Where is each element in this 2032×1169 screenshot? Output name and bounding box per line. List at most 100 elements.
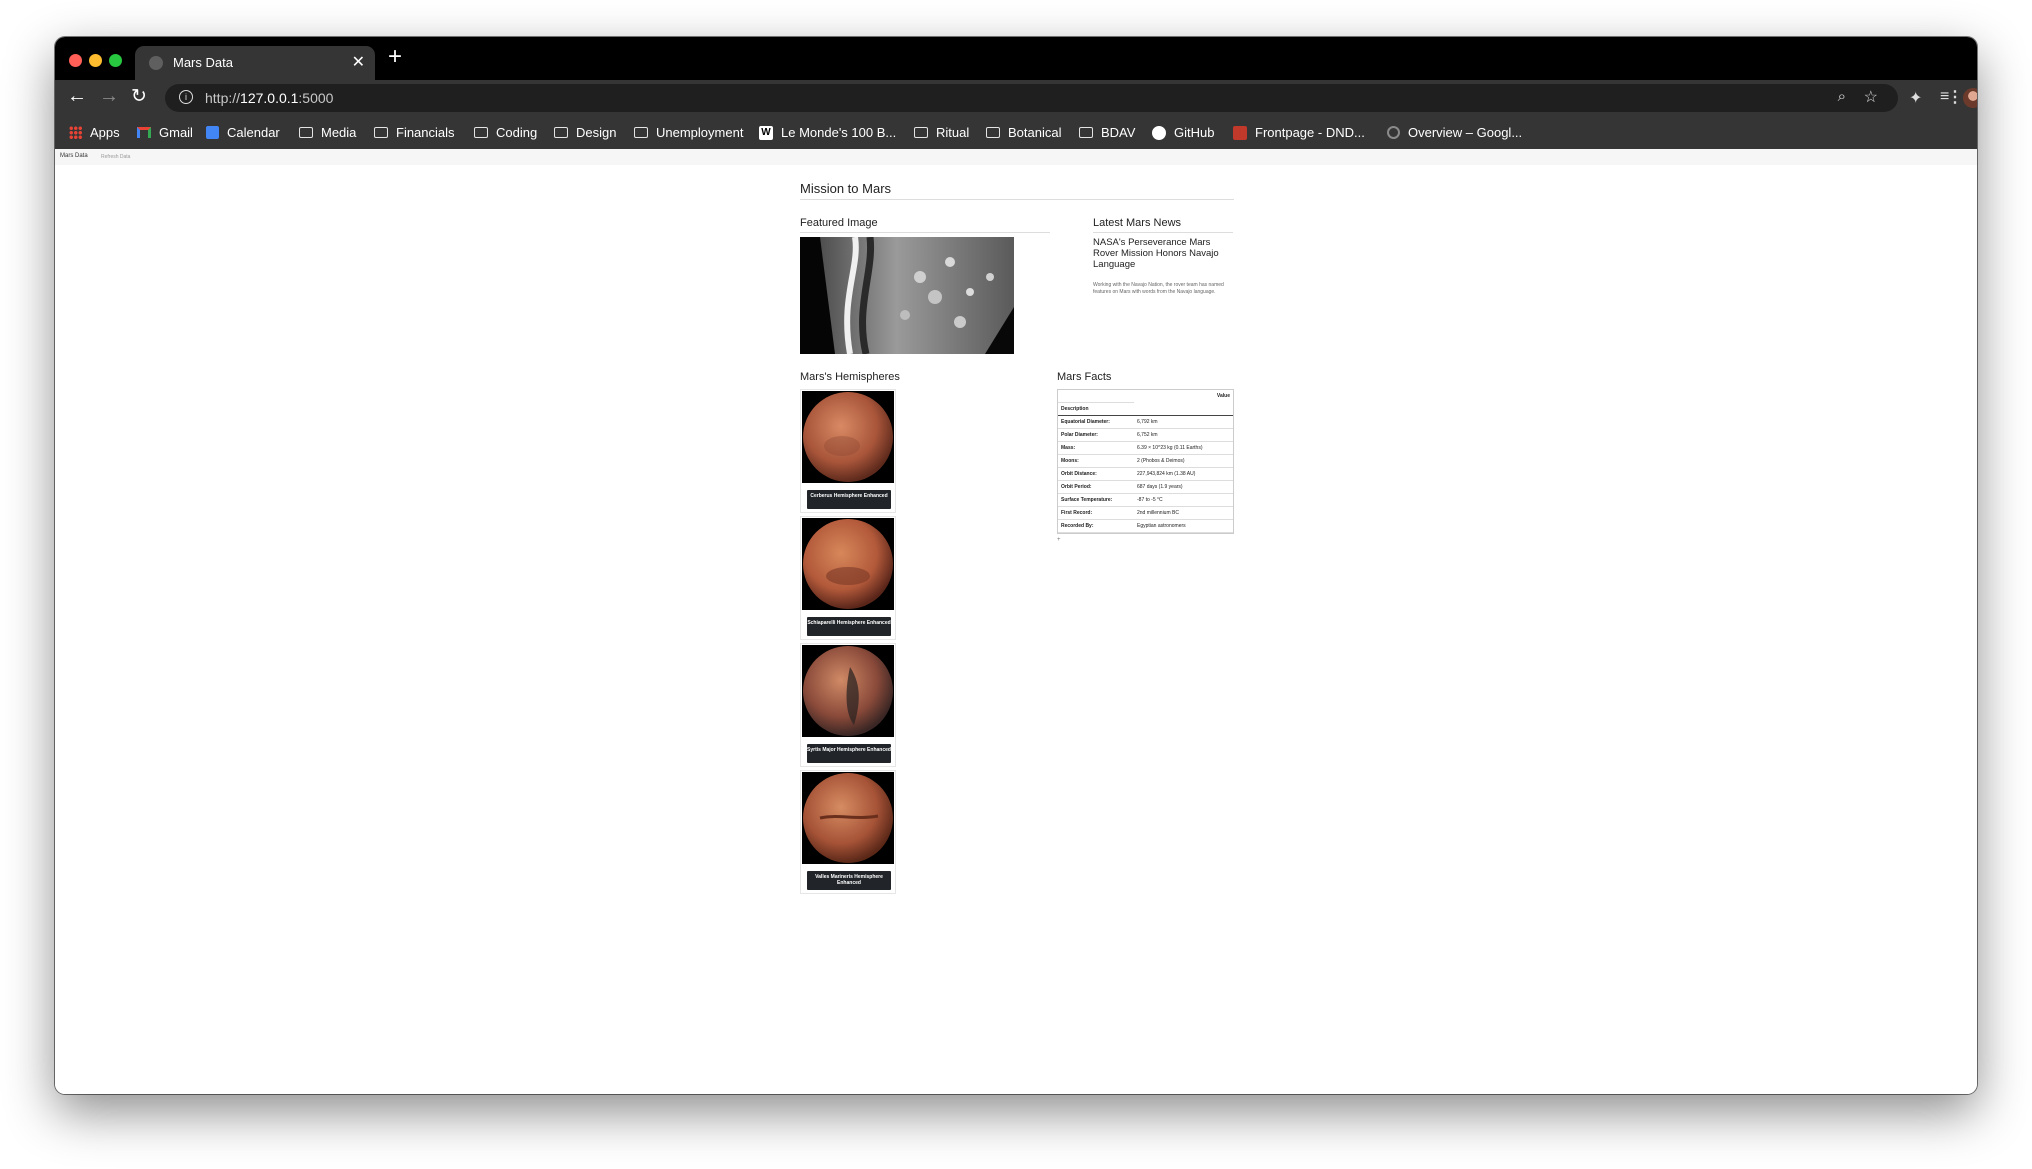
hemisphere-card[interactable]: Valles Marineris Hemisphere Enhanced [800,770,896,894]
bookmark-calendar[interactable]: Calendar [206,125,280,140]
refresh-data-link[interactable]: Refresh Data [101,154,130,160]
table-row: Recorded By: Egyptian astronomers [1058,519,1233,533]
github-icon [1152,125,1166,140]
hemisphere-image[interactable] [802,645,894,737]
bookmark-label: Unemployment [656,125,744,140]
table-row: Orbit Distance: 227,943,824 km (1.38 AU) [1058,467,1233,481]
news-title[interactable]: NASA's Perseverance Mars Rover Mission H… [1093,237,1233,270]
hemisphere-caption[interactable]: Cerberus Hemisphere Enhanced [807,490,891,509]
gmail-icon [137,127,151,138]
back-button[interactable]: ← [67,85,87,108]
hemisphere-image[interactable] [802,518,894,610]
calendar-icon [206,126,219,139]
fact-value: 227,943,824 km (1.38 AU) [1134,467,1233,481]
fact-value: -87 to -5 °C [1134,493,1233,507]
table-row: Orbit Period: 687 days (1.9 years) [1058,480,1233,494]
hemisphere-image[interactable] [802,391,894,483]
bookmark-gmail[interactable]: Gmail [137,125,193,140]
maximize-window-button[interactable] [109,54,122,67]
fact-value: Egyptian astronomers [1134,519,1233,533]
hemisphere-image[interactable] [802,772,894,864]
zoom-icon[interactable]: ⌕ [1838,88,1846,105]
bookmark-label: Media [321,125,357,140]
url-text[interactable]: http://127.0.0.1:5000 [205,90,333,106]
bookmark-label: Calendar [227,125,280,140]
info-icon[interactable]: i [179,90,193,104]
new-tab-button[interactable]: + [388,45,402,69]
featured-divider [800,232,1050,233]
bookmark-coding[interactable]: Coding [474,125,537,140]
bookmark-media[interactable]: Media [299,125,356,140]
table-row: Equatorial Diameter: 6,792 km [1058,415,1233,429]
folder-icon [474,127,488,138]
hemisphere-card[interactable]: Syrtis Major Hemisphere Enhanced [800,643,896,767]
hemisphere-card[interactable]: Schiaparelli Hemisphere Enhanced [800,516,896,640]
folder-icon [299,127,313,138]
bookmarks-bar: Apps Gmail Calendar Media Financials Coding De… [55,116,1977,149]
fact-label: Surface Temperature: [1058,493,1134,507]
bookmark-label: Botanical [1008,125,1062,140]
apps-icon [69,126,82,139]
value-header: Value [1216,393,1230,400]
address-bar[interactable]: i http://127.0.0.1:5000 ⌕ ☆ [165,84,1898,112]
fact-value: 6,752 km [1134,428,1233,442]
bookmark-label: Design [576,125,617,140]
bookmark-ritual[interactable]: Ritual [914,125,969,140]
table-row: First Record: 2nd millennium BC [1058,506,1233,520]
close-icon[interactable]: ✕ [352,52,365,72]
featured-image [800,237,1014,354]
fact-label: Orbit Period: [1058,480,1134,494]
fact-label: Moons: [1058,454,1134,468]
bookmark-frontpage-dnd[interactable]: Frontpage - DND... [1233,125,1365,140]
latest-news-heading: Latest Mars News [1093,217,1182,229]
folder-icon [914,127,928,138]
tab-title: Mars Data [173,55,233,70]
bookmark-label: BDAV [1101,125,1136,140]
title-divider [800,199,1234,200]
tab-mars-data[interactable]: Mars Data ✕ [135,46,375,80]
fact-label: First Record: [1058,506,1134,520]
more-menu-icon[interactable]: ⋮ [1947,87,1963,107]
bookmark-label: Coding [496,125,538,140]
bookmark-github[interactable]: GitHub [1152,125,1214,140]
facts-footnote: + [1057,537,1061,543]
browser-window: Mars Data ✕ + ← → ↻ i http://127.0.0.1:5… [55,37,1977,1094]
bookmark-star-icon[interactable]: ☆ [1864,87,1878,107]
bookmark-apps[interactable]: Apps [69,125,120,140]
hemisphere-caption[interactable]: Valles Marineris Hemisphere Enhanced [807,871,891,890]
fact-label: Polar Diameter: [1058,428,1134,442]
site-brand[interactable]: Mars Data [60,153,88,159]
bookmark-le-monde-s-100-b[interactable]: W Le Monde's 100 B... [759,125,896,140]
bookmark-botanical[interactable]: Botanical [986,125,1061,140]
avatar[interactable] [1963,88,1977,108]
web-page: Mars Data Refresh Data Mission to Mars F… [55,149,1977,1094]
bookmark-overview-googl[interactable]: Overview – Googl... [1387,125,1522,140]
bookmark-financials[interactable]: Financials [374,125,455,140]
overview-icon [1387,126,1400,139]
bookmark-unemployment[interactable]: Unemployment [634,125,743,140]
fact-value: 6.39 × 10^23 kg (0.11 Earths) [1134,441,1233,455]
hemisphere-caption[interactable]: Syrtis Major Hemisphere Enhanced [807,744,891,763]
folder-icon [374,127,388,138]
hemisphere-card[interactable]: Cerberus Hemisphere Enhanced [800,389,896,513]
fact-label: Orbit Distance: [1058,467,1134,481]
minimize-window-button[interactable] [89,54,102,67]
fact-value: 2nd millennium BC [1134,506,1233,520]
forward-button[interactable]: → [99,85,119,108]
bookmark-label: Ritual [936,125,970,140]
globe-icon [149,56,163,70]
browser-toolbar: ← → ↻ i http://127.0.0.1:5000 ⌕ ☆ ✦ ≡ ⋮ [55,80,1977,116]
mars-facts-heading: Mars Facts [1057,371,1112,383]
bookmark-label: Le Monde's 100 B... [781,125,897,140]
news-divider [1093,232,1233,233]
bookmark-design[interactable]: Design [554,125,616,140]
table-row: Polar Diameter: 6,752 km [1058,428,1233,442]
reload-button[interactable]: ↻ [131,85,147,108]
bookmark-bdav[interactable]: BDAV [1079,125,1135,140]
hemisphere-caption[interactable]: Schiaparelli Hemisphere Enhanced [807,617,891,636]
bookmark-label: Frontpage - DND... [1255,125,1365,140]
extensions-icon[interactable]: ✦ [1909,88,1922,108]
table-row: Surface Temperature: -87 to -5 °C [1058,493,1233,507]
news-paragraph: Working with the Navajo Nation, the rove… [1093,282,1224,295]
close-window-button[interactable] [69,54,82,67]
